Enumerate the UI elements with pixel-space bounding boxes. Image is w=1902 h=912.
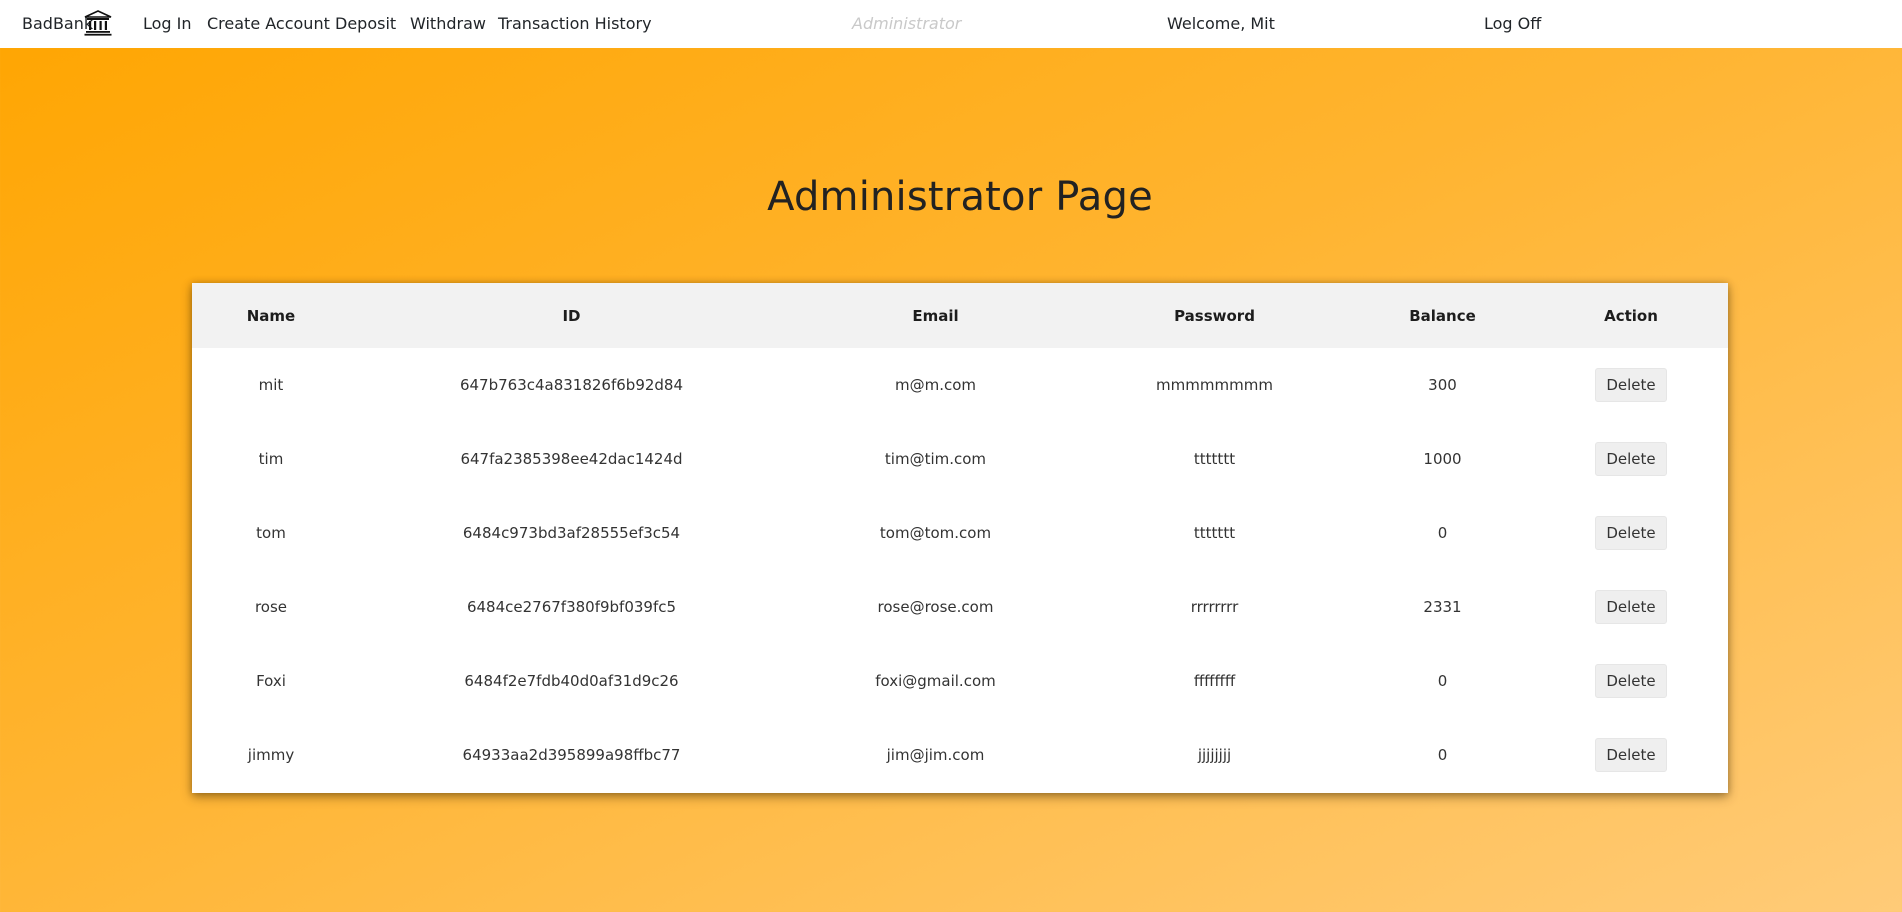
column-header-email: Email — [912, 306, 959, 325]
page-title: Administrator Page — [767, 174, 1153, 220]
cell-action: Delete — [1534, 496, 1728, 570]
cell-email: tom@tom.com — [879, 524, 992, 542]
cell-name: Foxi — [256, 672, 286, 690]
column-header-balance: Balance — [1409, 306, 1476, 325]
column-header-action: Action — [1604, 306, 1658, 325]
cell-email: m@m.com — [894, 376, 977, 394]
navbar: BadBank Log In Create Account Deposit Wi… — [0, 0, 1902, 48]
cell-id: 64933aa2d395899a98ffbc77 — [462, 746, 681, 764]
delete-button[interactable]: Delete — [1595, 590, 1667, 624]
column-header-id: ID — [562, 306, 581, 325]
table-row: tim 647fa2385398ee42dac1424d tim@tim.com… — [192, 422, 1728, 496]
table-row: rose 6484ce2767f380f9bf039fc5 rose@rose.… — [192, 570, 1728, 644]
delete-button[interactable]: Delete — [1595, 738, 1667, 772]
column-header-name: Name — [246, 306, 296, 325]
cell-action: Delete — [1534, 570, 1728, 644]
nav-deposit[interactable]: Deposit — [335, 0, 396, 48]
delete-button[interactable]: Delete — [1595, 368, 1667, 402]
cell-name: tom — [256, 524, 286, 542]
cell-balance: 300 — [1428, 376, 1457, 394]
cell-action: Delete — [1534, 644, 1728, 718]
cell-balance: 0 — [1437, 672, 1448, 690]
cell-balance: 0 — [1437, 746, 1448, 764]
delete-button[interactable]: Delete — [1595, 442, 1667, 476]
column-header-password: Password — [1174, 306, 1255, 325]
cell-id: 6484ce2767f380f9bf039fc5 — [466, 598, 677, 616]
table-row: jimmy 64933aa2d395899a98ffbc77 jim@jim.c… — [192, 718, 1728, 792]
nav-create-account[interactable]: Create Account — [207, 0, 330, 48]
cell-email: tim@tim.com — [884, 450, 987, 468]
cell-id: 647fa2385398ee42dac1424d — [460, 450, 683, 468]
cell-balance: 1000 — [1423, 450, 1462, 468]
cell-password: rrrrrrrr — [1190, 598, 1239, 616]
cell-name: mit — [258, 376, 284, 394]
cell-balance: 0 — [1437, 524, 1448, 542]
cell-password: jjjjjjjj — [1197, 746, 1232, 764]
table-row: Foxi 6484f2e7fdb40d0af31d9c26 foxi@gmail… — [192, 644, 1728, 718]
nav-withdraw[interactable]: Withdraw — [410, 0, 486, 48]
cell-name: rose — [254, 598, 288, 616]
cell-id: 6484f2e7fdb40d0af31d9c26 — [464, 672, 679, 690]
nav-administrator[interactable]: Administrator — [852, 0, 961, 48]
delete-button[interactable]: Delete — [1595, 516, 1667, 550]
cell-email: jim@jim.com — [886, 746, 985, 764]
delete-button[interactable]: Delete — [1595, 664, 1667, 698]
cell-balance: 2331 — [1423, 598, 1462, 616]
cell-id: 6484c973bd3af28555ef3c54 — [462, 524, 681, 542]
bank-icon[interactable] — [84, 10, 112, 36]
cell-password: ffffffff — [1193, 672, 1236, 690]
cell-action: Delete — [1534, 348, 1728, 422]
cell-password: ttttttt — [1193, 524, 1236, 542]
cell-name: jimmy — [247, 746, 295, 764]
cell-name: tim — [258, 450, 284, 468]
table-row: tom 6484c973bd3af28555ef3c54 tom@tom.com… — [192, 496, 1728, 570]
cell-email: foxi@gmail.com — [875, 672, 996, 690]
cell-action: Delete — [1534, 718, 1728, 792]
cell-id: 647b763c4a831826f6b92d84 — [459, 376, 684, 394]
brand-link[interactable]: BadBank — [22, 0, 93, 48]
table-header-row: Name ID Email Password Balance Action — [192, 283, 1728, 348]
welcome-text: Welcome, Mit — [1167, 14, 1275, 33]
cell-action: Delete — [1534, 422, 1728, 496]
cell-password: mmmmmmmm — [1156, 376, 1273, 394]
nav-transaction-history[interactable]: Transaction History — [498, 0, 652, 48]
accounts-table: Name ID Email Password Balance Action mi… — [192, 283, 1728, 792]
nav-log-off[interactable]: Log Off — [1484, 0, 1541, 48]
cell-password: ttttttt — [1193, 450, 1236, 468]
nav-login[interactable]: Log In — [143, 0, 192, 48]
table-row: mit 647b763c4a831826f6b92d84 m@m.com mmm… — [192, 348, 1728, 422]
cell-email: rose@rose.com — [877, 598, 994, 616]
accounts-table-card: Name ID Email Password Balance Action mi… — [192, 283, 1728, 793]
